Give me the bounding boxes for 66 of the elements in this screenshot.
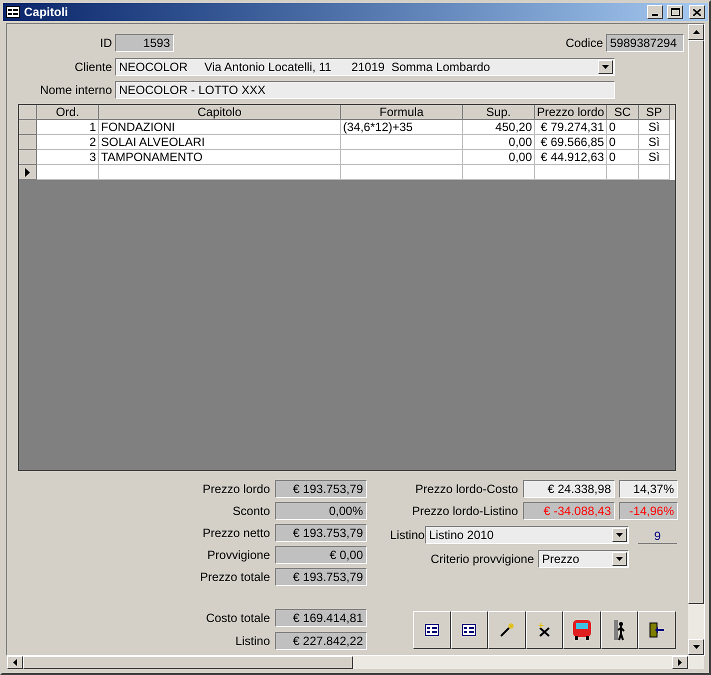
toolbar-button[interactable]	[526, 611, 563, 649]
table-cell	[37, 165, 99, 180]
scroll-up-icon	[692, 30, 700, 34]
total-field[interactable]: € 0,00	[275, 546, 367, 564]
minimize-icon	[652, 14, 658, 16]
toolbar-button[interactable]	[563, 611, 600, 649]
total-label: Provvigione	[206, 547, 270, 564]
codice-label: Codice	[564, 35, 603, 52]
total-label: Prezzo netto	[202, 525, 270, 542]
toolbar-button[interactable]	[450, 611, 488, 649]
id-field[interactable]: 1593	[115, 34, 174, 52]
bus-icon	[570, 619, 593, 641]
total-field[interactable]: € 193.753,79	[275, 524, 367, 542]
toolbar-button[interactable]	[413, 611, 450, 649]
table-cell	[463, 165, 535, 180]
wand-icon	[500, 623, 514, 637]
current-row-icon	[25, 168, 30, 176]
toolbar-button[interactable]	[488, 611, 526, 649]
cliente-dropdown[interactable]: NEOCOLOR Via Antonio Locatelli, 11 21019 Somma Lombardo	[115, 58, 615, 76]
margin-percent-field[interactable]: 14,37%	[619, 480, 678, 498]
table-cell	[607, 165, 639, 180]
nome-interno-label: Nome interno	[38, 82, 112, 99]
table-cell	[535, 165, 607, 180]
scroll-right-icon	[678, 659, 682, 666]
nome-interno-field[interactable]: NEOCOLOR - LOTTO XXX	[115, 81, 615, 99]
listino-dropdown[interactable]: Listino 2010	[425, 526, 629, 544]
row-selector[interactable]	[19, 165, 37, 180]
margin-label: Prezzo lordo-Costo	[414, 481, 518, 498]
cost-field[interactable]: € 169.414,81	[275, 609, 367, 627]
scroll-left-icon	[13, 659, 17, 666]
minimize-button[interactable]	[647, 5, 663, 19]
cost-field[interactable]: € 227.842,22	[275, 632, 367, 650]
margin-label: Prezzo lordo-Listino	[410, 503, 518, 520]
listino-number: 9	[638, 526, 677, 544]
cliente-label: Cliente	[74, 59, 112, 76]
maximize-icon	[670, 8, 680, 16]
close-icon	[693, 8, 701, 16]
person-door-icon	[612, 619, 626, 641]
toolbar-button[interactable]	[600, 611, 638, 649]
close-button[interactable]	[689, 5, 705, 19]
criterio-dropdown[interactable]: Prezzo	[538, 550, 629, 568]
total-field[interactable]: 0,00%	[275, 502, 367, 520]
id-label: ID	[99, 35, 112, 52]
total-field[interactable]: € 193.753,79	[275, 568, 367, 586]
listino-label: Listino	[390, 527, 422, 544]
toolbar-button[interactable]	[638, 611, 676, 649]
form-icon	[424, 624, 439, 636]
total-field[interactable]: € 193.753,79	[275, 480, 367, 498]
criterio-label: Criterio provvigione	[430, 551, 534, 568]
total-label: Prezzo totale	[198, 569, 270, 586]
scroll-down-icon	[692, 645, 700, 649]
horizontal-scrollbar[interactable]	[7, 656, 704, 669]
margin-field[interactable]: € 24.338,98	[523, 480, 615, 498]
exit-icon	[648, 622, 665, 638]
cost-label: Costo totale	[204, 610, 270, 627]
cost-label: Listino	[234, 633, 270, 650]
table-cell	[639, 165, 670, 180]
total-label: Prezzo lordo	[202, 481, 270, 498]
form-icon	[6, 6, 20, 18]
wand-cross-icon	[537, 623, 552, 637]
vertical-scrollbar[interactable]	[688, 24, 704, 655]
codice-field[interactable]: 5989387294	[606, 34, 684, 52]
form-icon	[462, 624, 476, 636]
window-title: Capitoli	[24, 4, 69, 21]
maximize-button[interactable]	[667, 5, 683, 19]
total-label: Sconto	[232, 503, 270, 520]
